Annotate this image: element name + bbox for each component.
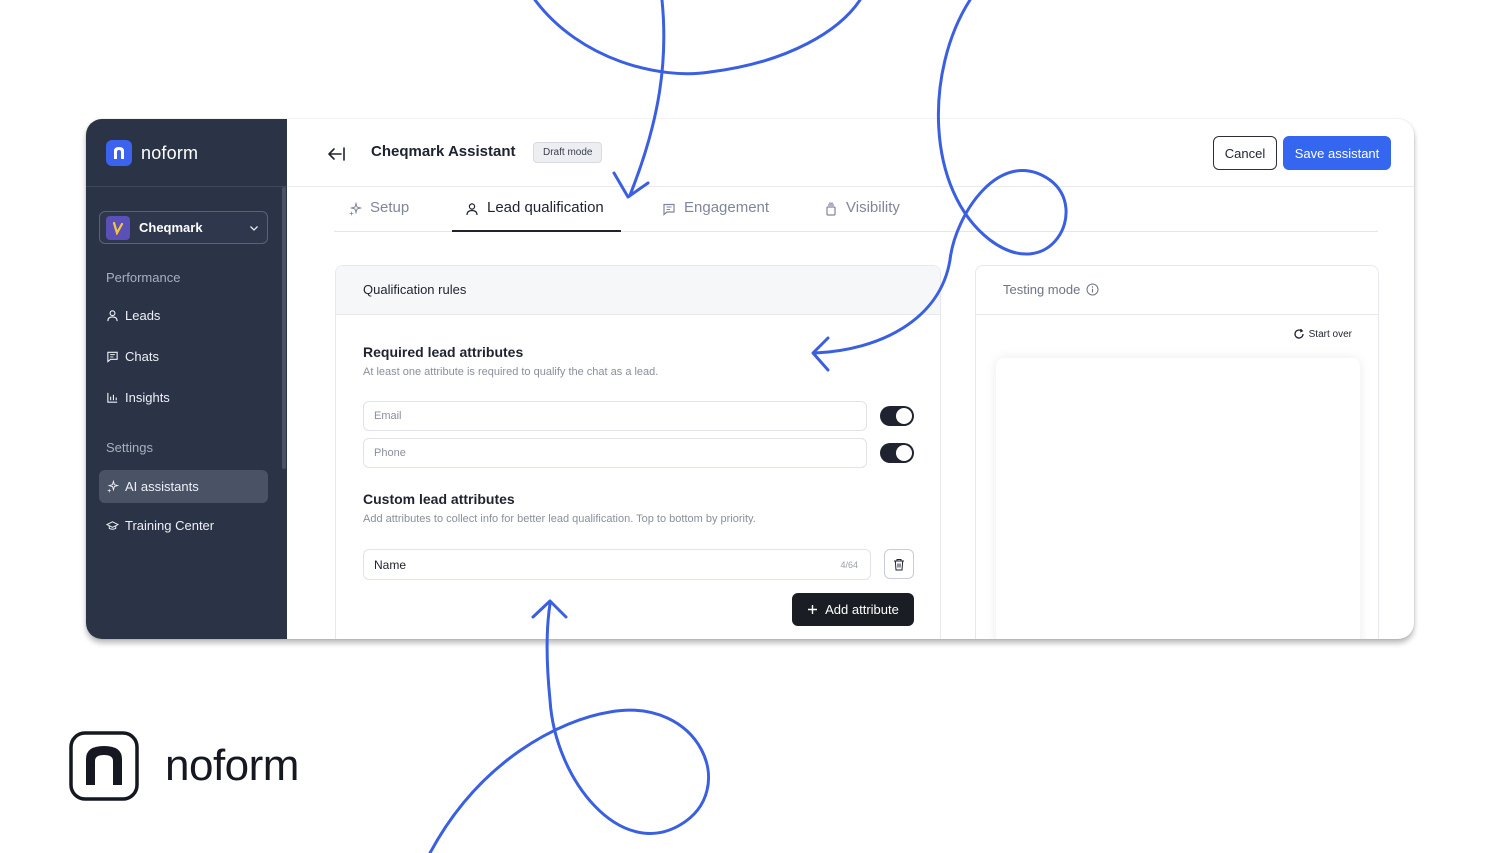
page-title: Cheqmark Assistant	[371, 143, 516, 160]
user-icon	[107, 310, 118, 322]
refresh-icon	[1294, 328, 1304, 339]
sidebar-item-label: Chats	[125, 349, 159, 364]
tab-label: Setup	[370, 199, 410, 216]
sidebar: noform Cheqmark Performance Leads Chats …	[86, 119, 287, 639]
tab-setup[interactable]: Setup	[348, 199, 409, 232]
noform-logo-icon	[106, 140, 132, 166]
sidebar-item-insights[interactable]: Insights	[99, 381, 268, 414]
plus-icon	[808, 605, 818, 614]
attribute-name-input[interactable]: Name 4/64	[363, 549, 871, 580]
active-tab-indicator	[452, 230, 621, 232]
sidebar-brand-name: noform	[141, 142, 199, 163]
tab-label: Engagement	[684, 199, 770, 216]
start-over-label: Start over	[1308, 328, 1352, 340]
tab-label: Lead qualification	[487, 199, 604, 216]
sidebar-item-ai-assistants[interactable]: AI assistants	[99, 470, 268, 503]
section-performance: Performance	[106, 270, 181, 285]
testing-title: Testing mode	[1003, 282, 1081, 297]
character-count: 4/64	[840, 559, 858, 570]
sidebar-divider	[86, 186, 287, 187]
delete-attribute-button[interactable]	[884, 549, 914, 579]
sidebar-logo[interactable]: noform	[106, 140, 198, 166]
chat-icon	[107, 351, 118, 363]
required-attributes-subtitle: At least one attribute is required to qu…	[363, 366, 659, 378]
footer-brand-name: noform	[165, 741, 299, 790]
sidebar-item-label: AI assistants	[125, 479, 199, 494]
start-over-button[interactable]: Start over	[1293, 328, 1352, 340]
graduation-cap-icon	[106, 521, 119, 530]
loop-arrow-bottom	[428, 602, 710, 853]
email-field[interactable]: Email	[363, 401, 867, 431]
sidebar-scrollbar[interactable]	[282, 187, 286, 469]
sparkle-icon	[106, 480, 119, 493]
testing-panel: Testing mode Start over	[975, 265, 1379, 639]
chat-preview[interactable]	[996, 358, 1360, 639]
sidebar-item-label: Leads	[125, 308, 161, 323]
email-toggle[interactable]	[880, 406, 914, 426]
tab-engagement[interactable]: Engagement	[662, 199, 769, 232]
tab-visibility[interactable]: Visibility	[824, 199, 900, 232]
info-icon[interactable]	[1086, 283, 1099, 296]
workspace-selector[interactable]: Cheqmark	[99, 211, 268, 244]
section-settings: Settings	[106, 440, 153, 455]
header-divider	[287, 186, 1414, 187]
arrow-to-tab	[533, 0, 862, 76]
chevron-down-icon	[250, 225, 258, 231]
footer-brand: noform	[69, 731, 299, 801]
sparkle-icon	[349, 202, 362, 216]
qualification-rules-panel: Qualification rules Required lead attrib…	[335, 265, 941, 639]
attribute-name-value: Name	[374, 557, 407, 572]
testing-header: Testing mode	[976, 266, 1378, 315]
tab-lead-qualification[interactable]: Lead qualification	[465, 199, 604, 232]
phone-toggle[interactable]	[880, 443, 914, 463]
workspace-name: Cheqmark	[139, 220, 203, 235]
sidebar-item-chats[interactable]: Chats	[99, 340, 268, 373]
sidebar-item-label: Training Center	[125, 518, 215, 533]
required-attributes-title: Required lead attributes	[363, 344, 524, 360]
add-attribute-label: Add attribute	[825, 602, 899, 617]
visibility-icon	[826, 202, 836, 216]
status-badge: Draft mode	[533, 142, 603, 163]
sidebar-item-label: Insights	[125, 390, 170, 405]
sidebar-item-training-center[interactable]: Training Center	[99, 509, 268, 542]
app-window: noform Cheqmark Performance Leads Chats …	[86, 119, 1414, 639]
noform-logo-icon	[69, 731, 139, 801]
custom-attributes-subtitle: Add attributes to collect info for bette…	[363, 513, 756, 525]
phone-field[interactable]: Phone	[363, 438, 867, 468]
main-content: Cheqmark Assistant Draft mode Cancel Sav…	[287, 119, 1414, 639]
custom-attributes-title: Custom lead attributes	[363, 491, 515, 507]
user-icon	[466, 203, 478, 216]
save-assistant-button[interactable]: Save assistant	[1283, 136, 1391, 170]
add-attribute-button[interactable]: Add attribute	[792, 593, 914, 626]
back-arrow-icon[interactable]	[325, 143, 347, 165]
chat-icon	[663, 203, 675, 216]
chart-icon	[107, 392, 118, 403]
cancel-button[interactable]: Cancel	[1213, 136, 1277, 170]
trash-icon	[894, 558, 904, 570]
sidebar-item-leads[interactable]: Leads	[99, 299, 268, 332]
tab-label: Visibility	[846, 199, 900, 216]
workspace-avatar	[106, 215, 130, 240]
panel-title: Qualification rules	[336, 266, 940, 315]
